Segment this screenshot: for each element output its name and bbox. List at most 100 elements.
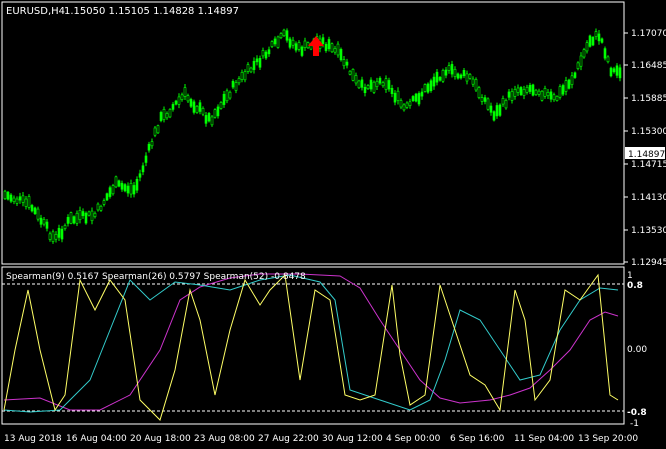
candle-body (279, 33, 283, 39)
candle-body (171, 104, 175, 110)
time-label: 4 Sep 00:00 (386, 434, 441, 444)
candle-body (447, 65, 451, 71)
candle-body (417, 93, 421, 105)
candle-body (366, 85, 370, 89)
candle-body (303, 40, 307, 48)
candle-body (6, 191, 10, 200)
candle-body (372, 81, 376, 93)
candle-body (456, 73, 460, 79)
candle-body (270, 41, 274, 47)
candle-body (537, 90, 541, 95)
candle-body (294, 43, 298, 51)
candle-body (255, 58, 259, 63)
candle-body (465, 73, 469, 82)
candle-body (129, 182, 133, 195)
candle-body (390, 88, 394, 94)
candle-body (330, 43, 334, 53)
price-label: 1.15885 (631, 94, 666, 104)
time-label: 27 Aug 22:00 (258, 434, 319, 444)
candle-body (177, 96, 181, 105)
candle-body (450, 64, 454, 75)
candle-body (453, 69, 457, 77)
indicator-label: -1 (630, 419, 639, 429)
candle-body (168, 109, 172, 118)
spearman52-line (3, 273, 619, 411)
candle-body (438, 77, 442, 81)
candle-body (204, 115, 208, 124)
candle-body (546, 92, 550, 97)
candle-body (105, 193, 109, 201)
candle-body (510, 91, 514, 101)
current-price-label: 1.14897 (628, 150, 665, 160)
time-label: 23 Aug 08:00 (194, 434, 255, 444)
candle-body (414, 93, 418, 102)
candle-body (114, 176, 118, 188)
chart-canvas[interactable]: EURUSD,H4 1.15050 1.15105 1.14828 1.1489… (0, 0, 666, 449)
candle-body (603, 48, 607, 59)
candle-body (339, 48, 343, 61)
candle-body (138, 173, 142, 178)
candle-body (162, 109, 166, 120)
candle-body (192, 101, 196, 113)
red-up-arrow-icon (308, 36, 324, 56)
candle-body (606, 56, 610, 63)
candle-body (48, 233, 52, 240)
candle-body (378, 77, 382, 84)
candle-body (468, 74, 472, 79)
candle-body (402, 104, 406, 111)
candle-body (360, 79, 364, 88)
candle-body (564, 80, 568, 92)
candle-body (12, 197, 16, 202)
time-axis: 13 Aug 2018 16 Aug 04:00 20 Aug 18:00 23… (4, 434, 638, 444)
candle-body (387, 80, 391, 90)
price-label: 1.16485 (631, 61, 666, 71)
candle-body (18, 196, 22, 201)
candle-body (393, 92, 397, 103)
candle-body (588, 35, 592, 47)
candle-body (189, 99, 193, 107)
candle-body (174, 100, 178, 105)
candle-body (540, 90, 544, 101)
candle-body (483, 97, 487, 102)
candle-body (336, 43, 340, 56)
candle-body (459, 74, 463, 79)
candle-body (471, 78, 475, 85)
candle-body (612, 68, 616, 73)
candle-body (180, 94, 184, 100)
candle-body (243, 71, 247, 81)
candle-body (420, 91, 424, 97)
candle-body (522, 89, 526, 96)
candle-body (567, 79, 571, 89)
candle-body (75, 212, 79, 224)
candle-body (153, 127, 157, 136)
candle-body (519, 87, 523, 95)
candle-body (135, 179, 139, 191)
price-label: 1.14130 (631, 193, 666, 203)
candle-body (558, 86, 562, 98)
candle-body (273, 38, 277, 45)
indicator-label: -0.8 (627, 408, 647, 418)
candle-body (531, 84, 535, 96)
candle-body (384, 78, 388, 90)
time-label: 13 Sep 20:00 (578, 434, 638, 444)
candle-body (615, 65, 619, 76)
candle-body (111, 185, 115, 195)
candle-body (54, 234, 58, 240)
candle-body (300, 46, 304, 56)
indicator-label: 0.8 (627, 281, 643, 291)
candle-body (429, 80, 433, 91)
candle-body (195, 105, 199, 113)
candle-body (69, 212, 73, 224)
candle-body (87, 211, 91, 216)
candle-body (120, 182, 124, 190)
candle-body (609, 67, 613, 77)
candle-body (288, 38, 292, 48)
indicator-legend: Spearman(9) 0.5167 Spearman(26) 0.5797 S… (6, 272, 306, 282)
candle-body (321, 37, 325, 45)
candle-body (27, 196, 31, 208)
candle-body (252, 60, 256, 70)
candle-body (576, 62, 580, 69)
price-label: 1.17070 (631, 29, 666, 39)
candle-body (477, 87, 481, 98)
candle-body (231, 81, 235, 88)
